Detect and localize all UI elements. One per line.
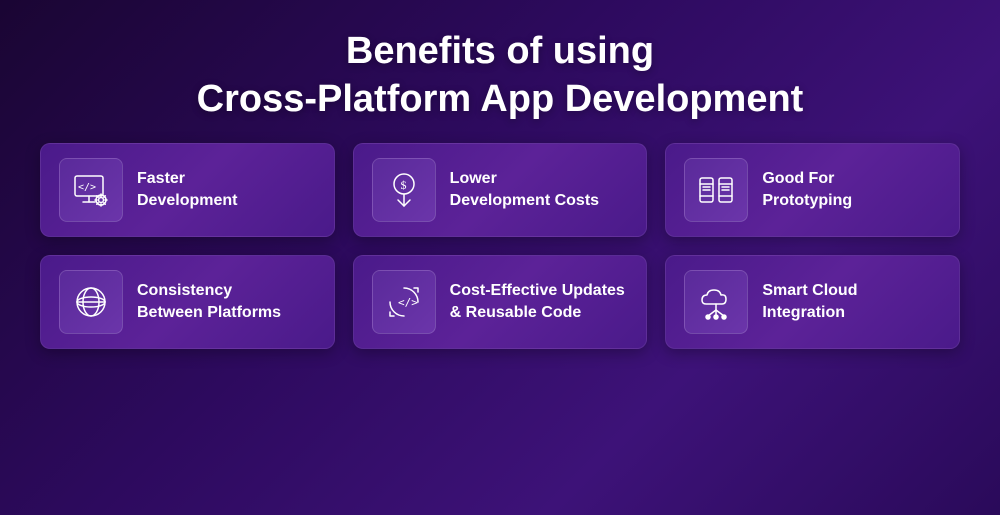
cloud-label: Smart Cloud Integration: [762, 280, 857, 323]
cost-effective-icon-box: </>: [372, 270, 436, 334]
svg-text:</>: </>: [398, 296, 418, 309]
consistency-icon: [71, 282, 111, 322]
cost-effective-icon: </>: [384, 282, 424, 322]
lower-costs-label: Lower Development Costs: [450, 168, 599, 211]
cards-container: </> Faster Development: [20, 143, 980, 349]
cards-row-1: </> Faster Development: [40, 143, 960, 237]
prototyping-icon-box: [684, 158, 748, 222]
prototyping-icon: [696, 170, 736, 210]
faster-dev-icon-box: </>: [59, 158, 123, 222]
card-prototyping: Good For Prototyping: [665, 143, 960, 237]
cloud-icon-box: [684, 270, 748, 334]
title-line2: Cross-Platform App Development: [197, 76, 804, 124]
card-lower-costs: $ Lower Development Costs: [353, 143, 648, 237]
faster-dev-icon: </>: [71, 170, 111, 210]
title-line1: Benefits of using: [197, 28, 804, 76]
cost-effective-label: Cost-Effective Updates & Reusable Code: [450, 280, 625, 323]
header: Benefits of using Cross-Platform App Dev…: [177, 0, 824, 143]
svg-text:$: $: [400, 178, 406, 192]
consistency-icon-box: [59, 270, 123, 334]
faster-dev-label: Faster Development: [137, 168, 237, 211]
lower-costs-icon: $: [384, 170, 424, 210]
card-consistency: Consistency Between Platforms: [40, 255, 335, 349]
card-faster-dev: </> Faster Development: [40, 143, 335, 237]
card-cloud: Smart Cloud Integration: [665, 255, 960, 349]
prototyping-label: Good For Prototyping: [762, 168, 852, 211]
cards-row-2: Consistency Between Platforms </> Cost-E…: [40, 255, 960, 349]
lower-costs-icon-box: $: [372, 158, 436, 222]
svg-text:</>: </>: [78, 182, 96, 193]
card-cost-effective: </> Cost-Effective Updates & Reusable Co…: [353, 255, 648, 349]
cloud-icon: [696, 282, 736, 322]
consistency-label: Consistency Between Platforms: [137, 280, 281, 323]
